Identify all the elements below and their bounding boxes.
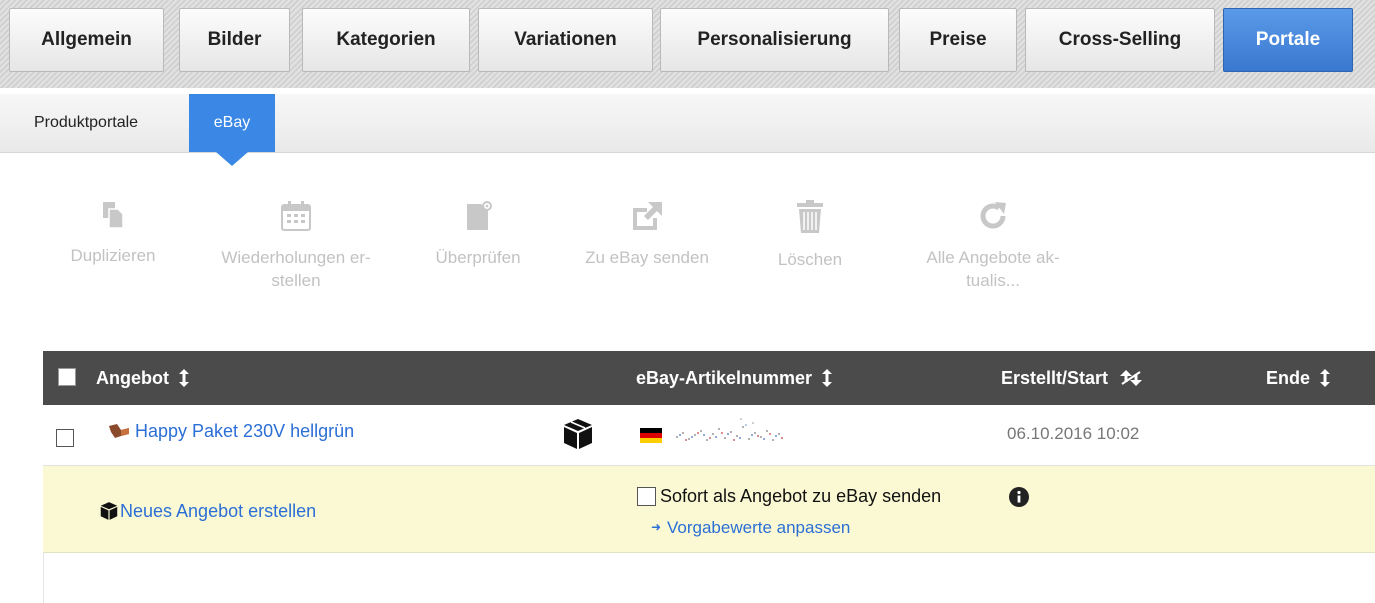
tab-label: Bilder (207, 29, 262, 50)
document-gear-icon (467, 201, 492, 230)
tab-cross-selling[interactable]: Cross-Selling (1025, 8, 1215, 72)
tab-label: Preise (929, 29, 987, 50)
row-checkbox[interactable] (56, 429, 74, 447)
subtab-label: eBay (213, 114, 251, 131)
check-button[interactable]: Überprüfen (416, 200, 540, 269)
refresh-all-label-line2: tualis... (966, 271, 1020, 290)
offers-table-header: Angebot eBay-Artikelnummer Erstellt/Star… (43, 351, 1375, 405)
create-repeats-label-line2: stellen (271, 271, 321, 290)
tab-label: Cross-Selling (1058, 29, 1182, 50)
tab-personalisierung[interactable]: Personalisierung (660, 8, 889, 72)
tab-variationen[interactable]: Variationen (478, 8, 653, 72)
duplicate-label: Duplizieren (70, 246, 156, 265)
obscured-item-number (676, 418, 783, 441)
germany-flag-icon (640, 428, 662, 443)
package-icon (100, 502, 118, 520)
tab-label: Allgemein (41, 29, 132, 50)
sort-icon (1320, 369, 1331, 387)
delete-label: Löschen (777, 250, 843, 269)
tab-allgemein[interactable]: Allgemein (9, 8, 164, 72)
column-label: Ende (1266, 367, 1311, 388)
column-label: eBay-Artikelnummer (636, 367, 813, 388)
column-header-offer[interactable]: Angebot (96, 351, 189, 405)
send-immediately-checkbox[interactable] (637, 487, 656, 506)
duplicate-button[interactable]: Duplizieren (48, 200, 178, 267)
sub-tab-bar: Produktportale eBay (0, 94, 1375, 153)
send-to-ebay-button[interactable]: Zu eBay senden (557, 200, 737, 269)
tab-bilder[interactable]: Bilder (179, 8, 290, 72)
create-repeats-label-line1: Wiederholungen er- (221, 248, 371, 267)
create-new-offer-link[interactable]: Neues Angebot erstellen (120, 501, 316, 522)
refresh-all-label-line1: Alle Angebote ak- (926, 248, 1060, 267)
sorted-desc-icon (1120, 370, 1143, 386)
new-offer-row: Neues Angebot erstellen Sofort als Angeb… (43, 466, 1375, 553)
column-header-item-number[interactable]: eBay-Artikelnummer (636, 351, 833, 405)
subtab-ebay[interactable]: eBay (189, 94, 275, 152)
sort-icon (178, 369, 189, 387)
sort-icon (822, 369, 833, 387)
offer-title-link[interactable]: Happy Paket 230V hellgrün (135, 421, 354, 442)
duplicate-icon (103, 202, 124, 229)
table-row: Happy Paket 230V hellgrün 06.10.2016 10:… (43, 405, 1375, 466)
active-subtab-pointer (216, 152, 248, 166)
subtab-produktportale[interactable]: Produktportale (34, 94, 138, 152)
create-repeats-button[interactable]: Wiederholungen er- stellen (196, 200, 396, 292)
subtab-label: Produktportale (34, 114, 139, 131)
table-empty-area (43, 553, 1375, 603)
delete-button[interactable]: Löschen (752, 200, 868, 271)
trash-icon (797, 200, 823, 233)
tab-label: Personalisierung (697, 29, 852, 50)
column-header-end[interactable]: Ende (1266, 351, 1331, 405)
refresh-icon (980, 202, 1006, 229)
product-thumbnail-icon (109, 424, 129, 438)
column-label: Angebot (96, 367, 169, 388)
calendar-icon (281, 201, 311, 231)
tab-portale[interactable]: Portale (1223, 8, 1353, 72)
check-label: Überprüfen (435, 248, 521, 267)
info-icon[interactable] (1009, 487, 1029, 507)
created-date: 06.10.2016 10:02 (1007, 424, 1140, 443)
tab-kategorien[interactable]: Kategorien (302, 8, 470, 72)
select-all-checkbox[interactable] (58, 368, 76, 386)
tab-label: Kategorien (336, 29, 436, 50)
tab-label: Variationen (514, 29, 617, 50)
external-link-icon (633, 202, 662, 230)
package-icon (564, 419, 592, 449)
send-to-ebay-label: Zu eBay senden (585, 248, 709, 267)
arrow-right-icon: ➜ (651, 520, 662, 534)
column-header-created[interactable]: Erstellt/Start (1001, 351, 1144, 405)
tab-preise[interactable]: Preise (899, 8, 1017, 72)
refresh-all-offers-button[interactable]: Alle Angebote ak- tualis... (888, 200, 1098, 292)
column-label: Erstellt/Start (1001, 367, 1109, 388)
send-immediately-label: Sofort als Angebot zu eBay senden (660, 486, 942, 506)
main-tab-bar: Allgemein Bilder Kategorien Variationen … (0, 0, 1375, 88)
adjust-defaults-link[interactable]: Vorgabewerte anpassen (667, 518, 850, 538)
tab-label: Portale (1255, 29, 1321, 50)
